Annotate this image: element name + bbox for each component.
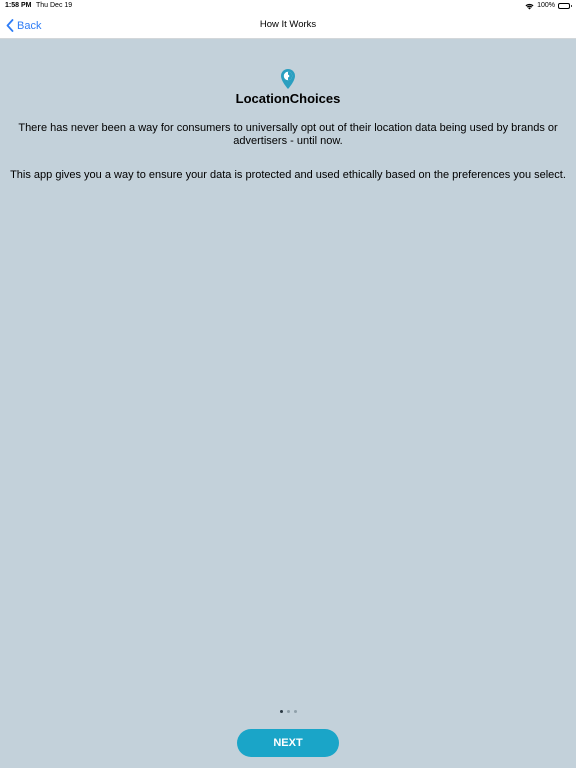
battery-percent: 100% [537, 2, 555, 9]
main-content: LocationChoices There has never been a w… [0, 39, 576, 768]
wifi-icon [525, 3, 534, 10]
location-pin-icon [280, 68, 296, 90]
intro-paragraph: There has never been a way for consumers… [18, 122, 558, 147]
page-dot[interactable] [286, 710, 290, 713]
status-bar: 1:58 PM Thu Dec 19 100% [0, 0, 576, 12]
page-title: How It Works [259, 19, 317, 30]
page-dot[interactable] [293, 710, 297, 713]
status-time: 1:58 PM [5, 2, 32, 9]
next-button[interactable]: NEXT [237, 729, 339, 757]
navigation-bar: Back How It Works [0, 12, 576, 39]
page-indicator[interactable] [0, 710, 576, 713]
status-indicators: 100% [525, 0, 572, 12]
app-name: LocationChoices [235, 91, 341, 106]
battery-icon [558, 3, 572, 9]
status-date: Thu Dec 19 [36, 2, 73, 9]
description-paragraph: This app gives you a way to ensure your … [10, 169, 566, 181]
page-dot[interactable] [279, 710, 283, 713]
